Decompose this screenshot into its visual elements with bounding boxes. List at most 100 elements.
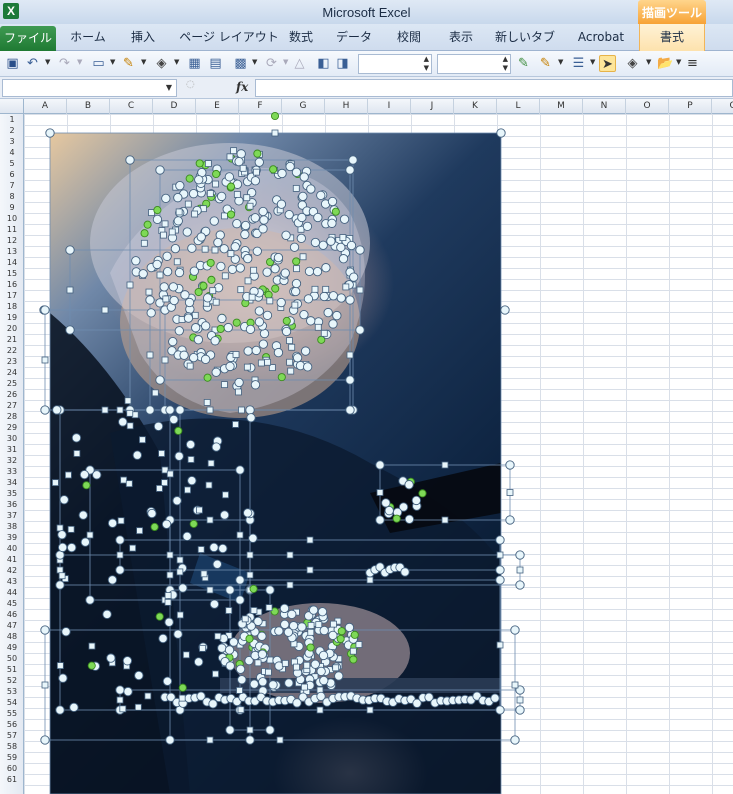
row-header-28[interactable]: 28	[0, 411, 24, 422]
shape-width-spinner[interactable]: ▲ ▼	[437, 54, 511, 74]
line-weight-dropdown-icon[interactable]: ▼	[590, 59, 596, 66]
row-header-12[interactable]: 12	[0, 235, 24, 246]
tab-data[interactable]: データ	[330, 24, 378, 51]
row-header-21[interactable]: 21	[0, 334, 24, 345]
spinner-arrows-icon[interactable]: ▲ ▼	[503, 55, 508, 73]
row-header-45[interactable]: 45	[0, 598, 24, 609]
row-header-59[interactable]: 59	[0, 752, 24, 763]
row-header-22[interactable]: 22	[0, 345, 24, 356]
row-header-47[interactable]: 47	[0, 620, 24, 631]
tab-home[interactable]: ホーム	[64, 24, 112, 51]
tab-new-tab[interactable]: 新しいタブ	[492, 24, 558, 51]
formula-input[interactable]	[255, 79, 733, 97]
tab-format[interactable]: 書式	[639, 24, 705, 51]
row-header-16[interactable]: 16	[0, 279, 24, 290]
row-header-7[interactable]: 7	[0, 180, 24, 191]
align-icon[interactable]: ▩	[232, 55, 249, 72]
customize-toolbar-icon[interactable]: ≡	[684, 55, 701, 72]
row-header-54[interactable]: 54	[0, 697, 24, 708]
shape-fill-dropdown-icon[interactable]: ▼	[174, 59, 180, 66]
column-header-q[interactable]: Q	[712, 99, 733, 114]
name-box[interactable]: ▼	[2, 79, 177, 97]
tab-acrobat[interactable]: Acrobat	[570, 24, 632, 51]
tab-file[interactable]: ファイル	[0, 26, 56, 51]
column-header-m[interactable]: M	[540, 99, 583, 114]
row-header-6[interactable]: 6	[0, 169, 24, 180]
row-header-14[interactable]: 14	[0, 257, 24, 268]
insert-function-button[interactable]: fx	[236, 80, 248, 94]
row-header-23[interactable]: 23	[0, 356, 24, 367]
row-header-41[interactable]: 41	[0, 554, 24, 565]
open-folder-icon[interactable]: 📂	[657, 55, 674, 72]
row-header-60[interactable]: 60	[0, 763, 24, 774]
row-header-4[interactable]: 4	[0, 147, 24, 158]
column-header-f[interactable]: F	[239, 99, 282, 114]
row-header-8[interactable]: 8	[0, 191, 24, 202]
column-header-l[interactable]: L	[497, 99, 540, 114]
edit-points-icon[interactable]: ✎	[515, 55, 532, 72]
column-header-h[interactable]: H	[325, 99, 368, 114]
row-header-55[interactable]: 55	[0, 708, 24, 719]
row-header-31[interactable]: 31	[0, 444, 24, 455]
tab-page-layout[interactable]: ページ レイアウト	[176, 24, 282, 51]
shape-outline-icon[interactable]: ✎	[120, 55, 137, 72]
row-header-10[interactable]: 10	[0, 213, 24, 224]
tab-insert[interactable]: 挿入	[120, 24, 166, 51]
row-header-3[interactable]: 3	[0, 136, 24, 147]
row-header-57[interactable]: 57	[0, 730, 24, 741]
row-header-53[interactable]: 53	[0, 686, 24, 697]
column-header-j[interactable]: J	[411, 99, 454, 114]
open-folder-dropdown-icon[interactable]: ▼	[676, 59, 682, 66]
column-header-g[interactable]: G	[282, 99, 325, 114]
row-header-2[interactable]: 2	[0, 125, 24, 136]
line-weight-icon[interactable]: ☰	[570, 55, 587, 72]
align-dropdown-icon[interactable]: ▼	[252, 59, 258, 66]
column-header-i[interactable]: I	[368, 99, 411, 114]
column-header-c[interactable]: C	[110, 99, 153, 114]
column-header-o[interactable]: O	[626, 99, 669, 114]
row-header-1[interactable]: 1	[0, 114, 24, 125]
rotate-dropdown-icon[interactable]: ▼	[283, 59, 289, 66]
tab-formulas[interactable]: 数式	[282, 24, 320, 51]
row-header-36[interactable]: 36	[0, 499, 24, 510]
column-header-d[interactable]: D	[153, 99, 196, 114]
freeform-drawing[interactable]	[50, 133, 501, 794]
bring-forward-icon[interactable]: ◨	[334, 55, 351, 72]
row-header-5[interactable]: 5	[0, 158, 24, 169]
text-box-icon[interactable]: ▤	[207, 55, 224, 72]
fill-bucket-dropdown-icon[interactable]: ▼	[646, 59, 652, 66]
row-header-30[interactable]: 30	[0, 433, 24, 444]
row-header-18[interactable]: 18	[0, 301, 24, 312]
row-header-46[interactable]: 46	[0, 609, 24, 620]
column-header-n[interactable]: N	[583, 99, 626, 114]
pen-color-icon[interactable]: ✎	[537, 55, 554, 72]
row-header-32[interactable]: 32	[0, 455, 24, 466]
row-header-9[interactable]: 9	[0, 202, 24, 213]
select-all-corner[interactable]	[0, 99, 24, 114]
row-header-37[interactable]: 37	[0, 510, 24, 521]
shape-outline-dropdown-icon[interactable]: ▼	[141, 59, 147, 66]
save-icon[interactable]: ▣	[4, 55, 21, 72]
row-header-61[interactable]: 61	[0, 774, 24, 785]
column-header-e[interactable]: E	[196, 99, 239, 114]
column-header-a[interactable]: A	[24, 99, 67, 114]
row-header-44[interactable]: 44	[0, 587, 24, 598]
row-header-29[interactable]: 29	[0, 422, 24, 433]
spinner-arrows-icon[interactable]: ▲ ▼	[424, 55, 429, 73]
shape-height-spinner[interactable]: ▲ ▼	[358, 54, 432, 74]
row-header-15[interactable]: 15	[0, 268, 24, 279]
row-header-58[interactable]: 58	[0, 741, 24, 752]
row-header-52[interactable]: 52	[0, 675, 24, 686]
row-header-20[interactable]: 20	[0, 323, 24, 334]
row-header-25[interactable]: 25	[0, 378, 24, 389]
name-box-dropdown-icon[interactable]: ▼	[166, 83, 172, 92]
ungroup-icon[interactable]: △	[291, 55, 308, 72]
row-header-56[interactable]: 56	[0, 719, 24, 730]
row-header-42[interactable]: 42	[0, 565, 24, 576]
row-header-40[interactable]: 40	[0, 543, 24, 554]
row-header-39[interactable]: 39	[0, 532, 24, 543]
shapes-icon[interactable]: ▭	[90, 55, 107, 72]
column-header-p[interactable]: P	[669, 99, 712, 114]
group-icon[interactable]: ▦	[186, 55, 203, 72]
row-header-49[interactable]: 49	[0, 642, 24, 653]
